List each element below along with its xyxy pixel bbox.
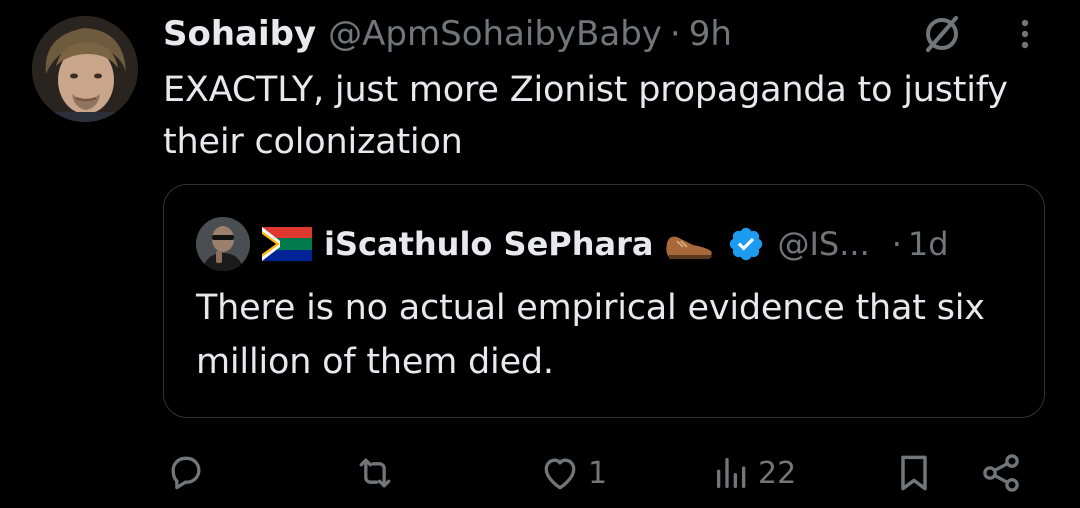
share-button[interactable] — [978, 448, 1024, 498]
retweet-button[interactable] — [352, 448, 404, 498]
like-button[interactable]: 1 — [538, 448, 607, 498]
south-africa-flag-icon — [262, 227, 312, 261]
grok-icon[interactable] — [920, 14, 964, 54]
bookmark-icon — [901, 455, 927, 491]
views-count: 22 — [758, 455, 797, 491]
quoted-author-name[interactable]: iScathulo SePhara — [324, 225, 653, 263]
quoted-tweet-text: There is no actual empirical evidence th… — [196, 288, 985, 382]
bookmark-button[interactable] — [892, 448, 936, 498]
views-button[interactable]: 22 — [712, 448, 796, 498]
reply-button[interactable] — [164, 448, 214, 498]
views-chart-icon — [717, 458, 746, 488]
author-handle[interactable]: @ApmSohaibyBaby — [328, 14, 662, 54]
quoted-author-avatar[interactable] — [196, 217, 250, 271]
retweet-icon — [359, 458, 391, 488]
tweet-timestamp[interactable]: 9h — [689, 14, 732, 54]
avatar-image — [32, 16, 138, 122]
quoted-tweet[interactable]: iScathulo SePhara @IS... · 1d There is n… — [163, 184, 1045, 418]
reply-icon — [171, 456, 201, 490]
heart-icon — [544, 458, 576, 490]
tweet-header: Sohaiby @ApmSohaibyBaby · 9h — [163, 12, 732, 56]
quoted-author-handle[interactable]: @IS... — [777, 225, 869, 263]
quoted-avatar-image — [196, 217, 250, 271]
share-icon — [983, 454, 1019, 492]
tweet[interactable]: Sohaiby @ApmSohaibyBaby · 9h EXACTLY, ju… — [0, 0, 1080, 508]
shoe-emoji-icon — [663, 227, 715, 261]
author-avatar[interactable] — [32, 16, 138, 122]
quoted-tweet-timestamp[interactable]: 1d — [908, 225, 949, 263]
separator-dot: · — [669, 14, 681, 54]
more-options-icon[interactable] — [1010, 14, 1040, 54]
quoted-separator-dot: · — [891, 225, 902, 263]
author-name[interactable]: Sohaiby — [163, 14, 316, 54]
tweet-text: EXACTLY, just more Zionist propaganda to… — [163, 70, 1008, 162]
like-count: 1 — [588, 455, 608, 491]
quoted-tweet-header: iScathulo SePhara @IS... · 1d — [262, 221, 949, 267]
verified-badge-icon — [727, 225, 765, 263]
